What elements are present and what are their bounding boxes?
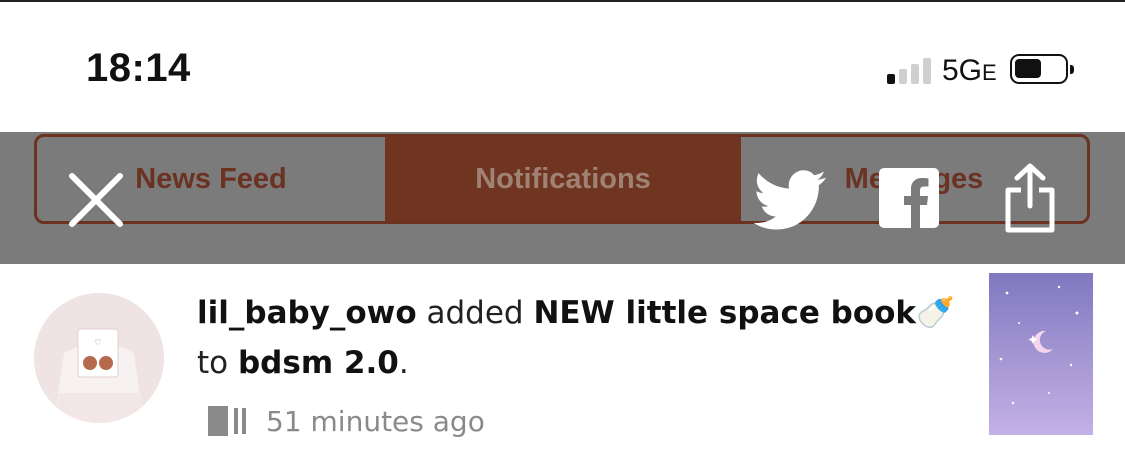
moon-stars-image: [999, 285, 1079, 405]
notification-meta: 51 minutes ago: [208, 404, 485, 438]
facebook-icon[interactable]: [879, 168, 939, 228]
status-bar: 18:14 5GE: [0, 2, 1125, 132]
timestamp: 51 minutes ago: [266, 404, 485, 438]
twitter-icon[interactable]: [752, 170, 828, 232]
target-list-link[interactable]: bdsm 2.0: [238, 345, 399, 381]
share-icon[interactable]: [1003, 162, 1057, 234]
book-cover-thumbnail[interactable]: [989, 273, 1093, 435]
status-time: 18:14: [86, 46, 191, 90]
signal-icon: [887, 56, 939, 84]
svg-text:♡: ♡: [94, 338, 101, 347]
notification-text: lil_baby_owo added NEW little space book…: [197, 295, 955, 381]
tab-notifications[interactable]: Notifications: [385, 137, 741, 221]
baby-bottle-emoji: 🍼: [916, 295, 955, 331]
username-link[interactable]: lil_baby_owo: [197, 295, 417, 331]
battery-icon: [1010, 54, 1074, 84]
share-overlay-bar: News Feed Notifications Messages: [0, 132, 1125, 264]
reading-list-icon: [208, 406, 246, 436]
avatar[interactable]: ♡: [34, 293, 164, 423]
notification-item[interactable]: ♡ lil_baby_owo added NEW little space bo…: [0, 264, 1125, 466]
avatar-image: ♡: [34, 293, 164, 423]
book-title-link[interactable]: NEW little space book: [533, 295, 916, 331]
network-type: 5GE: [942, 54, 997, 87]
close-icon[interactable]: [66, 170, 126, 230]
